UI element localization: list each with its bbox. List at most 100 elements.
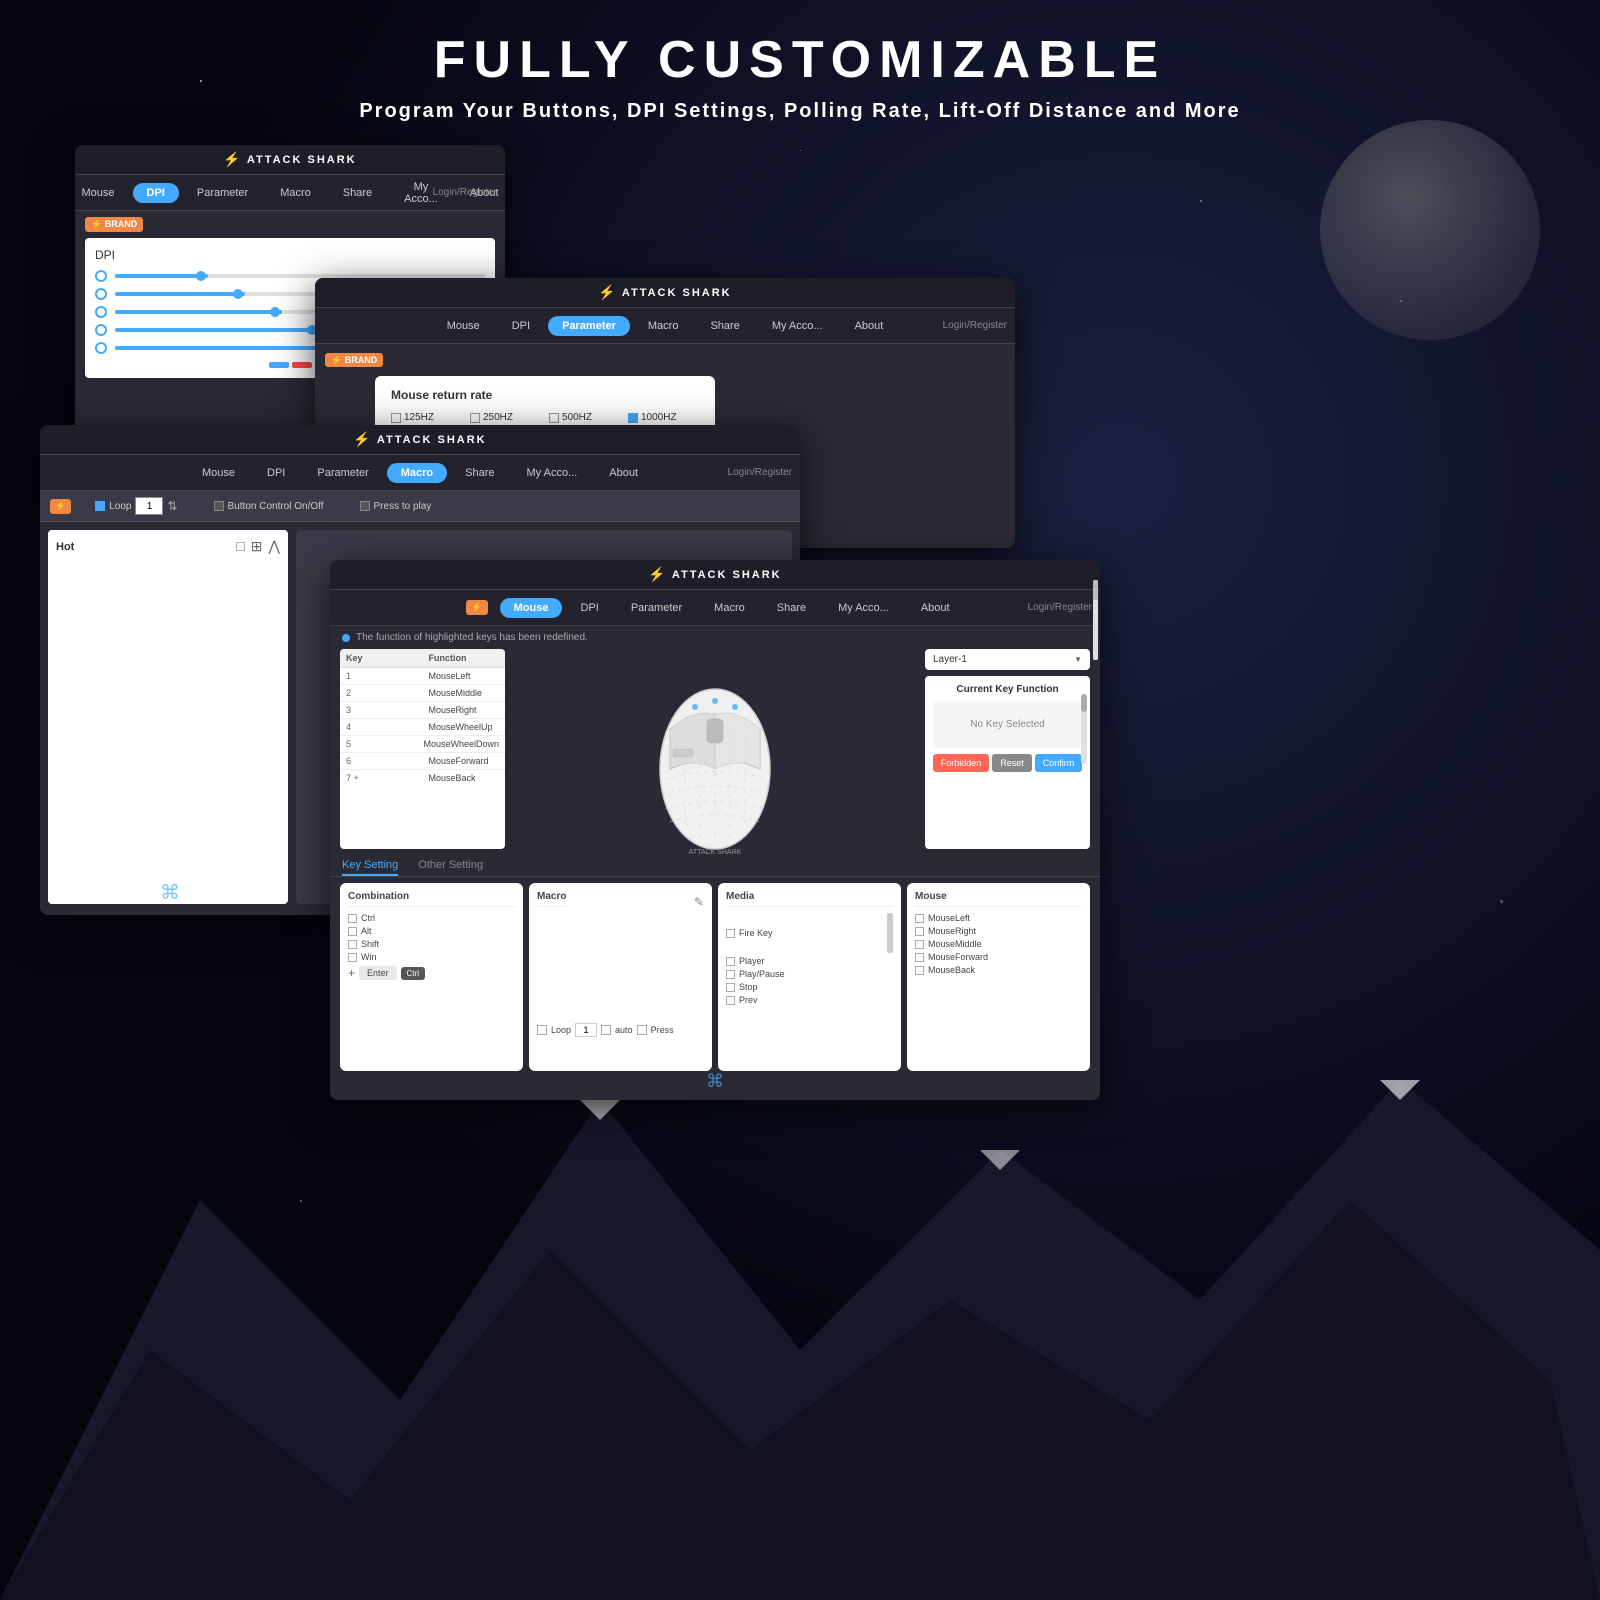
macro-loop-check[interactable] [537, 1025, 547, 1035]
func-6: MouseForward [423, 753, 506, 769]
mouseright-check[interactable] [915, 927, 924, 936]
poll-1000hz[interactable]: 1000HZ [628, 412, 699, 423]
mouse-nav-about[interactable]: About [907, 598, 964, 618]
loop-spinner[interactable]: ⇅ [167, 499, 177, 513]
kf-forbidden-btn[interactable]: Forbidden [933, 754, 990, 772]
macro-nav-param[interactable]: Parameter [303, 463, 382, 483]
dpi-thumb-3[interactable] [270, 307, 280, 317]
mousemiddle-check[interactable] [915, 940, 924, 949]
kf-confirm-btn[interactable]: Confirm [1035, 754, 1083, 772]
poll-250hz[interactable]: 250HZ [470, 412, 541, 423]
dpi-nav-macro[interactable]: Macro [266, 183, 325, 203]
mouse-login[interactable]: Login/Register [1028, 602, 1092, 613]
macro-press-check[interactable] [637, 1025, 647, 1035]
mouse-brand-badge: ⚡ [466, 600, 487, 615]
hot-icon-3[interactable]: ⋀ [269, 538, 280, 555]
param-titlebar: ⚡ ATTACK SHARK [315, 278, 1015, 308]
mouse-nav-share[interactable]: Share [763, 598, 820, 618]
tab-key-setting[interactable]: Key Setting [342, 859, 398, 876]
hot-icon-2[interactable]: ⊞ [251, 538, 263, 555]
prev-check[interactable] [726, 996, 735, 1005]
mouseback-check[interactable] [915, 966, 924, 975]
poll-125hz[interactable]: 125HZ [391, 412, 462, 423]
tab-other-setting[interactable]: Other Setting [418, 859, 483, 876]
dpi-radio-4[interactable] [95, 324, 107, 336]
kf-reset-btn[interactable]: Reset [992, 754, 1032, 772]
bc-checkbox[interactable] [214, 501, 224, 511]
dpi-nav-share[interactable]: Share [329, 183, 386, 203]
ctrl-check[interactable] [348, 914, 357, 923]
param-nav-macro[interactable]: Macro [634, 316, 693, 336]
dpi-radio-3[interactable] [95, 306, 107, 318]
mouse-nav-dpi[interactable]: DPI [566, 598, 612, 618]
fire-key-check[interactable] [726, 929, 735, 938]
dpi-fill-4 [115, 328, 319, 332]
macro-nav-share[interactable]: Share [451, 463, 508, 483]
alt-check[interactable] [348, 927, 357, 936]
dpi-login[interactable]: Login/Register [433, 187, 497, 198]
mouse-func-title: Mouse [915, 891, 1082, 907]
dpi-fill-2 [115, 292, 245, 296]
macro-press-label: Press [651, 1025, 674, 1035]
hot-icon-1[interactable]: □ [236, 538, 244, 555]
macro-nav-macro[interactable]: Macro [387, 463, 447, 483]
dpi-radio-1[interactable] [95, 270, 107, 282]
dpi-logo: ⚡ ATTACK SHARK [223, 151, 356, 168]
macro-edit-icon[interactable]: ✎ [694, 895, 704, 909]
macro-loop-input[interactable] [575, 1023, 597, 1037]
play-pause-check[interactable] [726, 970, 735, 979]
loop-input[interactable] [135, 497, 163, 515]
dpi-radio-5[interactable] [95, 342, 107, 354]
dpi-thumb-2[interactable] [233, 289, 243, 299]
shift-check[interactable] [348, 940, 357, 949]
mouseleft-check[interactable] [915, 914, 924, 923]
combo-entry-row: + Enter Ctrl [348, 966, 515, 980]
shift-label: Shift [361, 939, 379, 949]
dpi-nav-dpi[interactable]: DPI [133, 183, 179, 203]
poll-check-125[interactable] [391, 413, 401, 423]
layer-select[interactable]: Layer-1 ▼ [925, 649, 1090, 670]
mouse-nav-account[interactable]: My Acco... [824, 598, 903, 618]
alt-row: Alt [348, 926, 515, 936]
poll-500hz[interactable]: 500HZ [549, 412, 620, 423]
mouseforward-check[interactable] [915, 953, 924, 962]
poll-label-125: 125HZ [404, 412, 434, 423]
hot-panel-title: Hot [56, 541, 74, 553]
dpi-nav-mouse[interactable]: Mouse [75, 183, 129, 203]
mouse-nav-macro[interactable]: Macro [700, 598, 759, 618]
param-nav-dpi[interactable]: DPI [498, 316, 544, 336]
param-nav-account[interactable]: My Acco... [758, 316, 837, 336]
dpi-radio-2[interactable] [95, 288, 107, 300]
win-check[interactable] [348, 953, 357, 962]
poll-check-250[interactable] [470, 413, 480, 423]
stop-check[interactable] [726, 983, 735, 992]
loop-checkbox[interactable] [95, 501, 105, 511]
right-scrollbar[interactable] [1081, 694, 1087, 764]
button-control-label: Button Control On/Off [228, 501, 324, 512]
dpi-thumb-1[interactable] [196, 271, 206, 281]
pp-checkbox[interactable] [360, 501, 370, 511]
param-nav-param[interactable]: Parameter [548, 316, 630, 336]
param-nav-about[interactable]: About [841, 316, 898, 336]
player-check[interactable] [726, 957, 735, 966]
macro-login[interactable]: Login/Register [728, 467, 792, 478]
macro-nav-account[interactable]: My Acco... [513, 463, 592, 483]
window-mouse: ⚡ ATTACK SHARK ⚡ Mouse DPI Parameter Mac… [330, 560, 1100, 1100]
stop-row: Stop [726, 982, 893, 992]
poll-check-1000[interactable] [628, 413, 638, 423]
macro-auto-check[interactable] [601, 1025, 611, 1035]
macro-nav-about[interactable]: About [595, 463, 652, 483]
logo-icon: ⚡ [223, 151, 242, 168]
param-nav-share[interactable]: Share [696, 316, 753, 336]
mouse-nav-param[interactable]: Parameter [617, 598, 696, 618]
macro-nav-dpi[interactable]: DPI [253, 463, 299, 483]
dpi-nav-param[interactable]: Parameter [183, 183, 262, 203]
param-logo: ⚡ ATTACK SHARK [598, 284, 731, 301]
poll-check-500[interactable] [549, 413, 559, 423]
ctrl-key-box[interactable]: Ctrl [401, 967, 425, 980]
param-login[interactable]: Login/Register [943, 320, 1007, 331]
mouse-nav-mouse[interactable]: Mouse [500, 598, 563, 618]
enter-key-box[interactable]: Enter [359, 966, 397, 980]
macro-nav-mouse[interactable]: Mouse [188, 463, 249, 483]
param-nav-mouse[interactable]: Mouse [433, 316, 494, 336]
